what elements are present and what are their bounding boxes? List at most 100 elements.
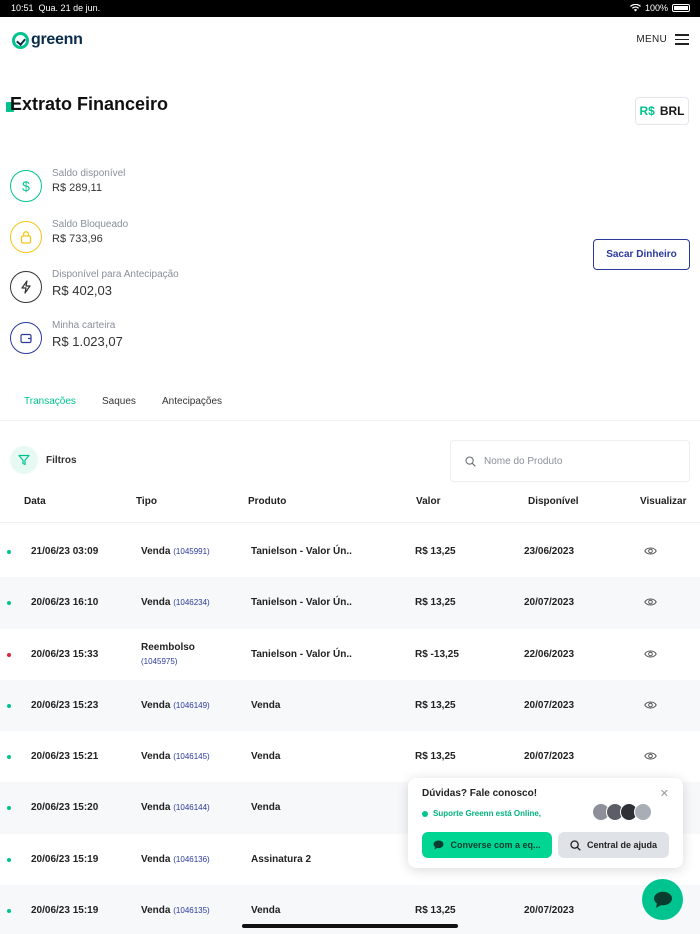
- cell-date: 20/06/23 16:10: [31, 597, 99, 609]
- menu-button[interactable]: MENU: [636, 34, 689, 45]
- logo-mark-icon: [12, 31, 29, 49]
- logo-text: greenn: [31, 31, 83, 48]
- transaction-id-link[interactable]: (1045991): [173, 547, 209, 556]
- chat-bubble-icon: [653, 891, 672, 908]
- eye-icon[interactable]: [644, 649, 657, 659]
- cell-type: Venda (1046145): [141, 751, 210, 762]
- column-available[interactable]: Disponível: [528, 496, 579, 507]
- type-label: Venda: [141, 699, 171, 711]
- table-row[interactable]: 21/06/23 03:09 Venda (1045991) Tanielson -…: [0, 526, 700, 578]
- cell-available: 20/07/2023: [524, 751, 575, 763]
- close-icon[interactable]: ✕: [660, 787, 669, 800]
- type-label: Reembolso: [141, 641, 195, 653]
- transaction-id-link[interactable]: (1046234): [173, 598, 209, 607]
- cell-product: Tanielson - Valor Ún..: [251, 597, 352, 609]
- cell-value: R$ 13,25: [415, 699, 456, 711]
- greenn-logo[interactable]: greenn: [12, 31, 83, 49]
- balance-value: R$ 402,03: [52, 283, 112, 298]
- cell-available: 20/07/2023: [524, 597, 575, 609]
- table-row[interactable]: 20/06/23 16:10 Venda (1046234) Tanielson -…: [0, 577, 700, 629]
- home-indicator[interactable]: [242, 924, 458, 928]
- balance-available: $ Saldo disponível R$ 289,11: [10, 168, 126, 202]
- cell-type: Reembolso (1045975): [141, 642, 195, 666]
- product-search[interactable]: [450, 440, 690, 482]
- column-view: Visualizar: [640, 496, 687, 507]
- eye-icon[interactable]: [644, 700, 657, 710]
- cell-date: 20/06/23 15:23: [31, 699, 99, 711]
- cell-product: Venda: [251, 699, 281, 711]
- transactions-table: 21/06/23 03:09 Venda (1045991) Tanielson -…: [0, 526, 700, 934]
- support-chat-widget: Dúvidas? Fale conosco! ✕ Suporte Greenn …: [408, 778, 683, 868]
- cell-date: 20/06/23 15:19: [31, 853, 99, 865]
- transaction-id-link[interactable]: (1046144): [173, 803, 209, 812]
- withdraw-button[interactable]: Sacar Dinheiro: [593, 239, 690, 270]
- balance-label: Disponível para Antecipação: [52, 269, 179, 280]
- battery-icon: [672, 4, 690, 12]
- transaction-id-link[interactable]: (1046136): [173, 855, 209, 864]
- balance-value: R$ 733,96: [52, 233, 103, 245]
- tab-advances[interactable]: Antecipações: [162, 396, 222, 407]
- search-icon: [570, 839, 581, 851]
- tab-withdrawals[interactable]: Saques: [102, 396, 136, 407]
- type-label: Venda: [141, 802, 171, 814]
- currency-selector[interactable]: R$ BRL: [635, 97, 689, 125]
- table-row[interactable]: 20/06/23 15:23 Venda (1046149) Venda R$ 13,…: [0, 679, 700, 732]
- table-row[interactable]: 20/06/23 15:33 Reembolso (1045975) Taniels…: [0, 628, 700, 680]
- avatar: [634, 803, 652, 821]
- chat-bubble-icon: [433, 840, 444, 850]
- column-type[interactable]: Tipo: [136, 496, 157, 507]
- cell-date: 20/06/23 15:21: [31, 751, 99, 763]
- status-dot: [7, 652, 11, 657]
- cell-value: R$ -13,25: [415, 648, 459, 660]
- eye-icon[interactable]: [644, 597, 657, 607]
- status-battery: 100%: [629, 3, 690, 13]
- eye-icon[interactable]: [644, 751, 657, 761]
- product-search-input[interactable]: [484, 455, 664, 467]
- cell-available: 23/06/2023: [524, 546, 575, 557]
- column-value[interactable]: Valor: [416, 496, 440, 507]
- tab-transactions[interactable]: Transações: [24, 396, 76, 407]
- transaction-id-link[interactable]: (1045975): [141, 657, 195, 666]
- cell-date: 20/06/23 15:33: [31, 648, 99, 660]
- cell-available: 20/07/2023: [524, 905, 575, 917]
- cell-date: 21/06/23 03:09: [31, 546, 99, 557]
- help-button-label: Central de ajuda: [586, 840, 658, 850]
- online-dot: [422, 810, 428, 817]
- chat-fab-button[interactable]: [642, 879, 683, 920]
- chat-online-status: Suporte Greenn está Online,: [422, 809, 541, 818]
- filters-label: Filtros: [46, 454, 77, 466]
- status-dot: [7, 909, 11, 914]
- lightning-icon: [10, 271, 42, 303]
- currency-symbol: R$: [639, 104, 655, 118]
- dollar-icon: $: [10, 170, 42, 202]
- chat-with-team-button[interactable]: Converse com a eq...: [422, 832, 552, 858]
- cell-type: Venda (1046135): [141, 905, 210, 916]
- status-bar: 10:51 Qua. 21 de jun. 100%: [0, 0, 700, 17]
- balance-label: Saldo disponível: [52, 168, 126, 179]
- cell-product: Venda: [251, 751, 281, 763]
- filters-button[interactable]: Filtros: [10, 446, 77, 474]
- type-label: Venda: [141, 546, 171, 557]
- wifi-icon: [629, 4, 641, 12]
- support-avatars: [592, 803, 652, 821]
- table-header: Data Tipo Produto Valor Disponível Visua…: [0, 490, 700, 523]
- transaction-id-link[interactable]: (1046145): [173, 752, 209, 761]
- balance-value: R$ 289,11: [52, 182, 102, 194]
- transaction-id-link[interactable]: (1046135): [173, 906, 209, 915]
- status-dot: [7, 601, 11, 606]
- type-label: Venda: [141, 905, 171, 917]
- eye-icon[interactable]: [644, 546, 657, 556]
- cell-product: Tanielson - Valor Ún..: [251, 546, 352, 557]
- help-center-button[interactable]: Central de ajuda: [558, 832, 669, 858]
- transaction-id-link[interactable]: (1046149): [173, 701, 209, 710]
- chat-online-text: Suporte Greenn está Online,: [433, 809, 542, 818]
- cell-type: Venda (1046234): [141, 597, 210, 608]
- cell-value: R$ 13,25: [415, 751, 456, 763]
- tab-bar: Transações Saques Antecipações: [0, 396, 700, 421]
- cell-product: Venda: [251, 905, 281, 917]
- column-date[interactable]: Data: [24, 496, 46, 507]
- balance-label: Minha carteira: [52, 320, 116, 331]
- chat-title: Dúvidas? Fale conosco!: [422, 788, 538, 799]
- column-product[interactable]: Produto: [248, 496, 286, 507]
- table-row[interactable]: 20/06/23 15:21 Venda (1046145) Venda R$ 13,…: [0, 731, 700, 783]
